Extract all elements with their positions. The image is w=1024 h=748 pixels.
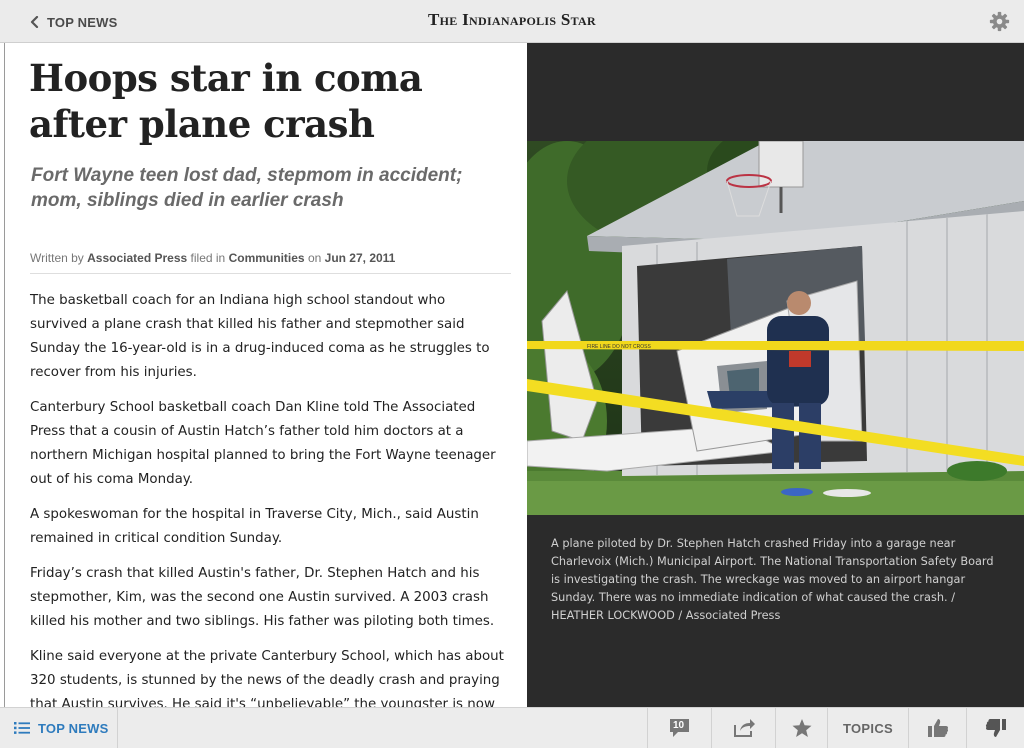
thumbs-up-icon — [927, 719, 948, 737]
article-paragraph: A spokeswoman for the hospital in Traver… — [30, 507, 479, 546]
bottom-toolbar: TOP NEWS 10 TOPICS — [0, 707, 1024, 748]
tape-text: FIRE LINE DO NOT CROSS — [587, 344, 651, 350]
byline-written-by: Written by — [30, 251, 84, 265]
byline-on: on — [307, 251, 322, 265]
byline: Written by Associated Press filed in Com… — [30, 250, 510, 266]
byline-filed-in: filed in — [190, 251, 226, 265]
byline-author: Associated Press — [87, 251, 188, 265]
dislike-button[interactable] — [966, 708, 1024, 748]
photo-caption: A plane piloted by Dr. Stephen Hatch cra… — [551, 537, 994, 622]
comment-bubble-icon: 10 — [668, 717, 692, 739]
article-paragraph: The basketball coach for an Indiana high… — [30, 293, 490, 380]
byline-section: Communities — [228, 251, 305, 265]
comment-count: 10 — [672, 720, 685, 731]
top-news-button[interactable]: TOP NEWS — [0, 708, 118, 748]
thumbs-down-icon — [985, 719, 1006, 737]
crash-photo[interactable]: FIRE LINE DO NOT CROSS — [527, 141, 1024, 515]
article-subheadline: Fort Wayne teen lost dad, stepmom in acc… — [31, 165, 463, 211]
share-icon — [733, 719, 755, 737]
byline-date: Jun 27, 2011 — [324, 251, 396, 265]
article-column: Hoops star in coma after plane crash For… — [5, 43, 527, 707]
gear-icon[interactable] — [989, 11, 1010, 32]
star-icon — [792, 718, 811, 737]
article-paragraph: Kline said everyone at the private Cante… — [30, 649, 504, 707]
byline-divider — [30, 273, 511, 274]
topics-button[interactable]: TOPICS — [827, 708, 908, 748]
list-icon — [14, 722, 30, 734]
back-button[interactable]: TOP NEWS — [30, 12, 117, 32]
back-label: TOP NEWS — [47, 14, 118, 30]
favorite-button[interactable] — [775, 708, 827, 748]
article-paragraph: Friday’s crash that killed Austin's fath… — [30, 566, 495, 629]
masthead: The Indianapolis Star — [427, 10, 596, 29]
article-headline: Hoops star in coma after plane crash — [29, 56, 423, 146]
comments-button[interactable]: 10 — [647, 708, 711, 748]
article-paragraph: Canterbury School basketball coach Dan K… — [30, 400, 496, 487]
like-button[interactable] — [908, 708, 966, 748]
top-bar: TOP NEWS The Indianapolis Star — [0, 0, 1024, 43]
media-panel: FIRE LINE DO NOT CROSS A plane piloted b… — [527, 43, 1024, 707]
topics-label: TOPICS — [843, 720, 893, 736]
share-button[interactable] — [711, 708, 775, 748]
chevron-left-icon — [30, 16, 39, 28]
article-body: The basketball coach for an Indiana high… — [30, 289, 505, 707]
top-news-label: TOP NEWS — [38, 720, 109, 736]
